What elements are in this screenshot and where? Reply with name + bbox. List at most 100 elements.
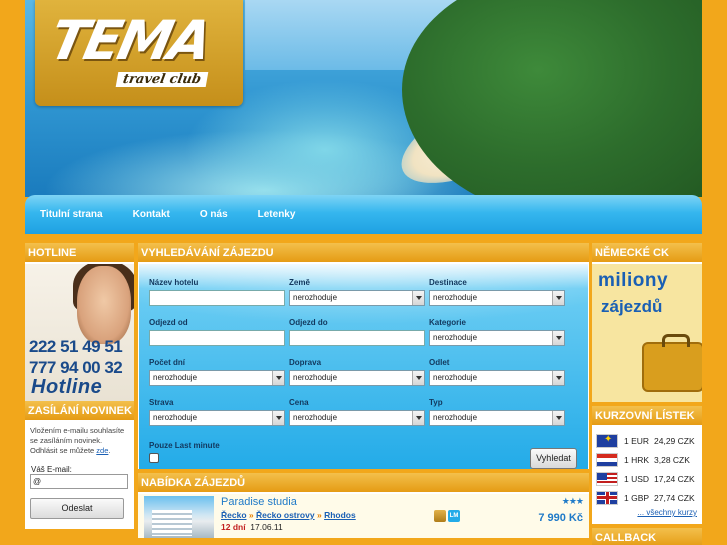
offers-title: NABÍDKA ZÁJEZDŮ: [138, 473, 589, 494]
rate-currency: 1 GBP: [624, 492, 650, 503]
rate-value: 3,28 CZK: [654, 454, 690, 465]
departure-airport-select[interactable]: nerozhoduje: [429, 370, 565, 386]
logo-text: TEMA: [44, 9, 216, 72]
departure-from-label: Odjezd od: [149, 318, 188, 327]
offer-location-breadcrumb: Řecko » Řecko ostrovy » Rhodos: [221, 510, 356, 520]
exchange-rates: 1 EUR 24,29 CZK 1 HRK 3,28 CZK 1 USD 17,…: [592, 427, 702, 524]
chevron-down-icon: [412, 291, 424, 305]
chevron-down-icon: [552, 411, 564, 425]
rate-row: 1 EUR 24,29 CZK: [596, 431, 699, 450]
rate-value: 27,74 CZK: [654, 492, 695, 503]
departure-from-field-group: Odjezd od: [149, 318, 285, 346]
chevron-down-icon: [552, 371, 564, 385]
category-label: Kategorie: [429, 318, 466, 327]
newsletter-box: Vložením e-mailu souhlasíte se zasíláním…: [25, 422, 134, 529]
rates-title: KURZOVNÍ LÍSTEK: [592, 406, 702, 427]
offer-date: 17.06.11: [250, 522, 283, 532]
days-select[interactable]: nerozhoduje: [149, 370, 285, 386]
newsletter-title: ZASÍLÁNÍ NOVINEK: [25, 401, 134, 422]
header-banner: TEMA travel club: [25, 0, 702, 197]
destination-select[interactable]: nerozhoduje: [429, 290, 565, 306]
callback-title: CALLBACK: [592, 528, 702, 545]
offer-list: Paradise studia Řecko » Řecko ostrovy » …: [138, 494, 589, 538]
unsubscribe-link[interactable]: zde: [96, 446, 108, 455]
location-link-destination[interactable]: Rhodos: [324, 510, 356, 520]
ad-line-2: zájezdů: [601, 297, 663, 316]
days-label: Počet dní: [149, 358, 186, 367]
offer-duration: 12 dní 17.06.11: [221, 522, 283, 532]
board-select[interactable]: nerozhoduje: [149, 410, 285, 426]
board-label: Strava: [149, 398, 174, 407]
price-label: Cena: [289, 398, 309, 407]
rate-value: 17,24 CZK: [654, 473, 695, 484]
chevron-down-icon: [412, 411, 424, 425]
location-link-region[interactable]: Řecko ostrovy: [256, 510, 315, 520]
transport-label: Doprava: [289, 358, 322, 367]
days-field-group: Počet dní nerozhoduje: [149, 358, 285, 386]
logo[interactable]: TEMA travel club: [35, 0, 243, 106]
category-field-group: Kategorie nerozhoduje: [429, 318, 565, 346]
left-column: HOTLINE 222 51 49 51 777 94 00 32 Hotlin…: [25, 243, 134, 529]
country-label: Země: [289, 278, 310, 287]
destination-field-group: Destinace nerozhoduje: [429, 278, 565, 306]
us-flag-icon: [596, 471, 618, 486]
departure-airport-label: Odlet: [429, 358, 450, 367]
hr-flag-icon: [596, 452, 618, 467]
subscribe-button[interactable]: Odeslat: [30, 498, 124, 519]
main-nav: Titulní strana Kontakt O nás Letenky: [25, 195, 702, 234]
departure-from-input[interactable]: [149, 330, 285, 346]
nav-item-flights[interactable]: Letenky: [258, 209, 296, 220]
last-minute-checkbox[interactable]: [149, 453, 159, 463]
search-button[interactable]: Vyhledat: [530, 448, 577, 469]
offer-days: 12 dní: [221, 522, 246, 532]
star-rating: ★★★: [561, 496, 584, 506]
last-minute-badge: LM: [448, 510, 460, 522]
chevron-down-icon: [272, 411, 284, 425]
all-rates-link[interactable]: ... všechny kurzy: [596, 508, 699, 517]
type-label: Typ: [429, 398, 443, 407]
email-label: Váš E-mail:: [31, 465, 72, 474]
rate-currency: 1 USD: [624, 473, 650, 484]
destination-label: Destinace: [429, 278, 467, 287]
offer-title-link[interactable]: Paradise studia: [221, 496, 297, 508]
german-ck-banner[interactable]: miliony zájezdů: [592, 264, 702, 402]
transport-select[interactable]: nerozhoduje: [289, 370, 425, 386]
rate-currency: 1 HRK: [624, 454, 650, 465]
rate-currency: 1 EUR: [624, 435, 650, 446]
nav-item-home[interactable]: Titulní strana: [40, 209, 103, 220]
suitcase-icon: [642, 334, 702, 392]
logo-subtitle: travel club: [115, 72, 209, 87]
hotline-label: Hotline: [31, 376, 103, 398]
chevron-down-icon: [412, 371, 424, 385]
hotline-banner[interactable]: 222 51 49 51 777 94 00 32 Hotline: [25, 264, 134, 401]
nav-item-contact[interactable]: Kontakt: [133, 209, 170, 220]
hotel-name-input[interactable]: [149, 290, 285, 306]
type-select[interactable]: nerozhoduje: [429, 410, 565, 426]
departure-to-field-group: Odjezd do: [289, 318, 425, 346]
airplane-icon: [434, 510, 446, 522]
departure-to-input[interactable]: [289, 330, 425, 346]
chevron-down-icon: [552, 291, 564, 305]
nav-item-about[interactable]: O nás: [200, 209, 228, 220]
hotel-photo[interactable]: [144, 496, 214, 538]
hotline-title: HOTLINE: [25, 243, 134, 264]
email-field[interactable]: @: [30, 474, 128, 489]
ad-line-1: miliony: [598, 270, 669, 291]
newsletter-note: Vložením e-mailu souhlasíte se zasíláním…: [30, 426, 125, 455]
price-field-group: Cena nerozhoduje: [289, 398, 425, 426]
country-select[interactable]: nerozhoduje: [289, 290, 425, 306]
eu-flag-icon: [596, 433, 618, 448]
location-link-country[interactable]: Řecko: [221, 510, 247, 520]
chevron-down-icon: [272, 371, 284, 385]
country-field-group: Země nerozhoduje: [289, 278, 425, 306]
gb-flag-icon: [596, 490, 618, 505]
price-select[interactable]: nerozhoduje: [289, 410, 425, 426]
hotel-name-label: Název hotelu: [149, 278, 199, 287]
departure-to-label: Odjezd do: [289, 318, 328, 327]
offer-price: 7 990 Kč: [538, 512, 583, 524]
rate-row: 1 HRK 3,28 CZK: [596, 450, 699, 469]
category-select[interactable]: nerozhoduje: [429, 330, 565, 346]
operator-face-image: [77, 266, 131, 344]
main-column: VYHLEDÁVÁNÍ ZÁJEZDU Název hotelu Země ne…: [138, 243, 589, 538]
hotline-phone-1: 222 51 49 51: [29, 337, 123, 356]
